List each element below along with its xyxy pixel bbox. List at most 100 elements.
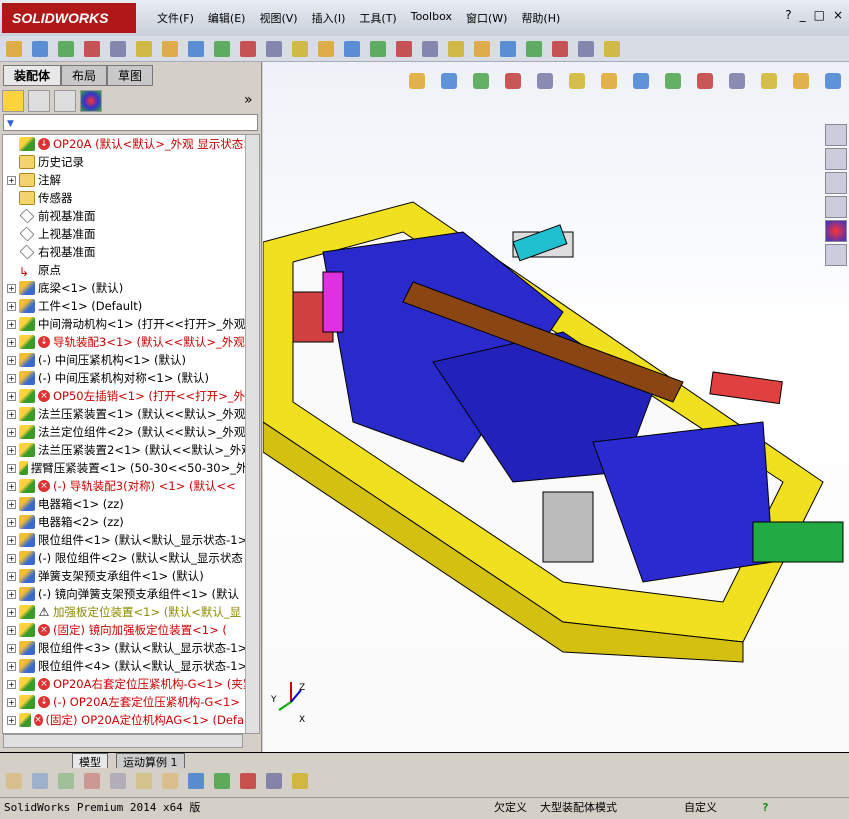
- expand-icon[interactable]: +: [7, 319, 16, 329]
- toolbar-button-icon[interactable]: [266, 773, 282, 789]
- expand-icon[interactable]: +: [7, 355, 16, 365]
- tree-item[interactable]: ↓ OP20A (默认<默认>_外观 显示状态>: [3, 135, 259, 153]
- toolbar-button-icon[interactable]: [32, 773, 48, 789]
- custom-properties-icon[interactable]: [825, 244, 847, 266]
- help-button[interactable]: ?: [785, 8, 791, 22]
- menu-edit[interactable]: 编辑(E): [201, 10, 253, 26]
- toolbar-button-icon[interactable]: [110, 41, 126, 57]
- toolbar-button-icon[interactable]: [396, 41, 412, 57]
- appearances-icon[interactable]: [825, 220, 847, 242]
- menu-view[interactable]: 视图(V): [252, 10, 304, 26]
- toolbar-button-icon[interactable]: [84, 773, 100, 789]
- tree-item[interactable]: + 弹簧支架预支承组件<1> (默认): [3, 567, 259, 585]
- toolbar-button-icon[interactable]: [422, 41, 438, 57]
- feature-manager-icon[interactable]: [2, 90, 24, 112]
- toolbar-button-icon[interactable]: [318, 41, 334, 57]
- status-units[interactable]: 自定义: [684, 798, 717, 818]
- filter-icon[interactable]: ▼: [4, 119, 14, 129]
- toolbar-button-icon[interactable]: [240, 41, 256, 57]
- help-icon[interactable]: ?: [762, 798, 769, 818]
- toolbar-button-icon[interactable]: [6, 773, 22, 789]
- minimize-button[interactable]: _: [800, 8, 806, 22]
- tree-item[interactable]: + × (固定) 镜向加强板定位装置<1> (: [3, 621, 259, 639]
- expand-icon[interactable]: +: [7, 607, 16, 617]
- tree-item[interactable]: 上视基准面: [3, 225, 259, 243]
- toolbar-button-icon[interactable]: [370, 41, 386, 57]
- tree-item[interactable]: 前视基准面: [3, 207, 259, 225]
- tree-item[interactable]: + 限位组件<1> (默认<默认_显示状态-1>: [3, 531, 259, 549]
- expand-icon[interactable]: +: [7, 517, 16, 527]
- tree-filter-input[interactable]: ▼: [3, 114, 258, 131]
- tree-item[interactable]: + 工件<1> (Default): [3, 297, 259, 315]
- expand-icon[interactable]: +: [7, 535, 16, 545]
- tree-item[interactable]: + 电器箱<1> (zz): [3, 495, 259, 513]
- toolbar-button-icon[interactable]: [552, 41, 568, 57]
- toolbar-button-icon[interactable]: [604, 41, 620, 57]
- expand-icon[interactable]: +: [7, 463, 16, 473]
- expand-icon[interactable]: +: [7, 553, 16, 563]
- toolbar-button-icon[interactable]: [240, 773, 256, 789]
- resources-home-icon[interactable]: [825, 124, 847, 146]
- close-button[interactable]: ×: [833, 8, 843, 22]
- tree-item[interactable]: 传感器: [3, 189, 259, 207]
- expand-icon[interactable]: +: [7, 571, 16, 581]
- expand-icon[interactable]: +: [7, 301, 16, 311]
- tree-item[interactable]: + 法兰定位组件<2> (默认<<默认>_外观: [3, 423, 259, 441]
- tree-item[interactable]: 右视基准面: [3, 243, 259, 261]
- property-manager-icon[interactable]: [28, 90, 50, 112]
- expand-icon[interactable]: +: [7, 661, 16, 671]
- tree-item[interactable]: + × OP50左插销<1> (打开<<打开>_外观: [3, 387, 259, 405]
- tree-item[interactable]: + × (固定) OP20A定位机构AG<1> (Default: [3, 711, 259, 729]
- toolbar-button-icon[interactable]: [6, 41, 22, 57]
- menu-tools[interactable]: 工具(T): [352, 10, 403, 26]
- expand-icon[interactable]: +: [7, 427, 16, 437]
- expand-icon[interactable]: +: [7, 283, 16, 293]
- tree-item[interactable]: + (-) 中间压紧机构<1> (默认): [3, 351, 259, 369]
- design-library-icon[interactable]: [825, 148, 847, 170]
- tree-item[interactable]: + 中间滑动机构<1> (打开<<打开>_外观: [3, 315, 259, 333]
- toolbar-button-icon[interactable]: [136, 41, 152, 57]
- tree-item[interactable]: + × OP20A右套定位压紧机构-G<1> (夹紧: [3, 675, 259, 693]
- toolbar-button-icon[interactable]: [214, 773, 230, 789]
- expand-icon[interactable]: +: [7, 499, 16, 509]
- expand-icon[interactable]: +: [7, 715, 16, 725]
- toolbar-button-icon[interactable]: [500, 41, 516, 57]
- tree-item[interactable]: + (-) 镜向弹簧支架预支承组件<1> (默认: [3, 585, 259, 603]
- expand-icon[interactable]: +: [7, 445, 16, 455]
- tree-item[interactable]: + 法兰压紧装置2<1> (默认<<默认>_外观: [3, 441, 259, 459]
- configuration-manager-icon[interactable]: [54, 90, 76, 112]
- toolbar-button-icon[interactable]: [136, 773, 152, 789]
- expand-chevron[interactable]: »: [244, 92, 253, 108]
- menu-help[interactable]: 帮助(H): [514, 10, 567, 26]
- tree-horizontal-scrollbar[interactable]: [3, 734, 243, 748]
- tree-item[interactable]: + (-) 限位组件<2> (默认<默认_显示状态: [3, 549, 259, 567]
- tree-item[interactable]: + ⚠ 加强板定位装置<1> (默认<默认_显: [3, 603, 259, 621]
- toolbar-button-icon[interactable]: [526, 41, 542, 57]
- menu-file[interactable]: 文件(F): [150, 10, 201, 26]
- toolbar-button-icon[interactable]: [292, 773, 308, 789]
- toolbar-button-icon[interactable]: [214, 41, 230, 57]
- tree-vertical-scrollbar[interactable]: [245, 135, 259, 733]
- expand-icon[interactable]: +: [7, 175, 16, 185]
- toolbar-button-icon[interactable]: [188, 773, 204, 789]
- menu-window[interactable]: 窗口(W): [459, 10, 514, 26]
- expand-icon[interactable]: +: [7, 373, 16, 383]
- file-explorer-icon[interactable]: [825, 172, 847, 194]
- expand-icon[interactable]: +: [7, 589, 16, 599]
- expand-icon[interactable]: +: [7, 643, 16, 653]
- expand-icon[interactable]: +: [7, 625, 16, 635]
- tab-sketch[interactable]: 草图: [107, 65, 154, 86]
- toolbar-button-icon[interactable]: [58, 41, 74, 57]
- toolbar-button-icon[interactable]: [344, 41, 360, 57]
- toolbar-button-icon[interactable]: [162, 41, 178, 57]
- tree-item[interactable]: + ↓ (-) OP20A左套定位压紧机构-G<1>: [3, 693, 259, 711]
- expand-icon[interactable]: +: [7, 679, 16, 689]
- tree-item[interactable]: + 注解: [3, 171, 259, 189]
- maximize-button[interactable]: □: [814, 8, 825, 22]
- tree-item[interactable]: + 限位组件<3> (默认<默认_显示状态-1>: [3, 639, 259, 657]
- tree-item[interactable]: ↳ 原点: [3, 261, 259, 279]
- toolbar-button-icon[interactable]: [474, 41, 490, 57]
- toolbar-button-icon[interactable]: [266, 41, 282, 57]
- expand-icon[interactable]: +: [7, 409, 16, 419]
- expand-icon[interactable]: +: [7, 481, 16, 491]
